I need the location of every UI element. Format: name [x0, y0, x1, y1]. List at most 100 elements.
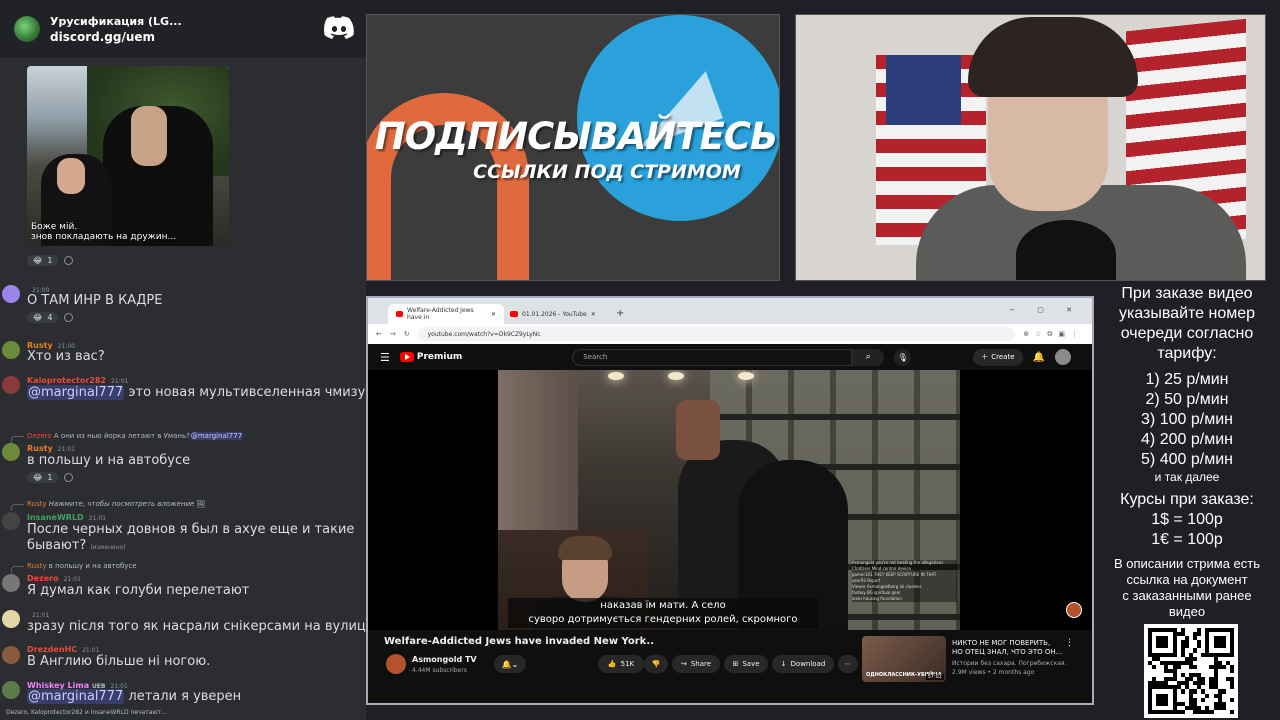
promo-banner: ПОДПИСЫВАЙТЕСЬ ССЫЛКИ ПОД СТРИМОМ — [366, 14, 780, 281]
extensions-icon[interactable]: ⊕☆⧉▣⋮ — [1023, 330, 1084, 339]
channel-avatar[interactable] — [386, 654, 406, 674]
video-title: Welfare-Addicted Jews have invaded New Y… — [384, 636, 654, 647]
tab-bar: Welfare-Addicted Jews have in ✕ 01.01.20… — [368, 298, 1092, 324]
image-caption: Боже мій. знов покладають на дружин... — [31, 222, 177, 242]
reaction-pill[interactable]: 😂 1 — [27, 254, 59, 266]
save-button[interactable]: ⊞ Save — [724, 655, 768, 673]
avatar[interactable] — [2, 610, 20, 628]
avatar[interactable] — [2, 512, 20, 530]
video-player[interactable]: наказав їм мати. А село суворо дотримуєт… — [368, 370, 1092, 636]
download-button[interactable]: ↓ Download — [772, 655, 834, 673]
chat-attachment-image[interactable]: Боже мій. знов покладають на дружин... — [27, 66, 229, 246]
account-avatar[interactable] — [1054, 349, 1071, 365]
message-text: Я думал как голуби перелетают — [27, 583, 250, 598]
user-mention[interactable]: @marginal777 — [27, 689, 125, 704]
qr-code[interactable] — [1144, 624, 1238, 718]
user-mention[interactable]: @marginal777 — [27, 385, 125, 400]
reaction-bar: 😂 1 — [27, 469, 74, 485]
message-author[interactable]: InsaneWRLD 21:01 — [27, 513, 106, 522]
server-invite-link[interactable]: discord.gg/uem — [50, 30, 182, 44]
rec-meta: 2.9M views • 2 months ago — [952, 669, 1035, 676]
message-text: @marginal777 это новая мультивселенная ч… — [27, 385, 366, 400]
discord-chat-panel: Урусификация (LG... discord.gg/uem Боже … — [0, 0, 366, 720]
message-author[interactable]: Rusty 21:01 — [27, 444, 75, 453]
reaction-pill[interactable]: 😂 4 — [27, 311, 59, 323]
avatar[interactable] — [2, 574, 20, 592]
message-text: После черных довнов я был в ахуе еще и т… — [27, 522, 355, 553]
more-vert-icon[interactable]: ⋮ — [1065, 638, 1074, 648]
recommended-video[interactable]: ОДНОКЛАССНИК-УБИЙЦА 57:02 НИКТО НЕ МОГ П… — [862, 630, 1092, 703]
like-button[interactable]: 👍 51K — [598, 655, 644, 673]
exchange-rates: Курсы при заказе: 1$ = 100р 1€ = 100р — [1120, 491, 1254, 548]
youtube-favicon-icon — [396, 311, 404, 317]
search-icon[interactable]: ⌕ — [852, 348, 885, 366]
create-button[interactable]: ＋ Create — [973, 348, 1023, 366]
add-reaction-icon[interactable] — [64, 472, 74, 482]
share-button[interactable]: ↪ Share — [672, 655, 720, 673]
youtube-header: ☰ Premium Search ⌕ 🎙 ＋ Create 🔔 — [368, 344, 1092, 370]
reaction-bar: 😂 4 — [27, 309, 74, 325]
youtube-page: ☰ Premium Search ⌕ 🎙 ＋ Create 🔔 наказав … — [368, 344, 1092, 703]
message-text: зразу після того як насрали снікерсами н… — [27, 619, 366, 634]
new-tab-button[interactable]: + — [616, 308, 624, 319]
avatar[interactable] — [2, 341, 20, 359]
avatar[interactable] — [2, 285, 20, 303]
url-input[interactable]: youtube.com/watch?v=Dk9CZ9yLyNc — [417, 327, 1016, 341]
typing-indicator: Dezero, Kaloprotector282 и InsaneWRLD пе… — [6, 709, 167, 716]
video-subtitles: наказав їм мати. А село суворо дотримуєт… — [508, 598, 818, 628]
youtube-play-icon — [399, 352, 414, 362]
bell-icon: 🔔 — [501, 659, 512, 669]
browser-window: Welfare-Addicted Jews have in ✕ 01.01.20… — [366, 296, 1094, 705]
reaction-pill[interactable]: 😂 1 — [27, 471, 59, 483]
thumbs-up-icon: 👍 — [607, 660, 617, 668]
message-text: О ТАМ ИНР В КАДРЕ — [27, 293, 163, 308]
rec-thumbnail[interactable]: ОДНОКЛАССНИК-УБИЙЦА 57:02 — [862, 636, 946, 682]
avatar[interactable] — [2, 443, 20, 461]
bookmark-icon: ⊞ — [732, 660, 739, 668]
message-text: в польшу и на автобусе — [27, 453, 191, 468]
avatar[interactable] — [2, 376, 20, 394]
dislike-button[interactable]: 👎 — [644, 655, 668, 673]
server-name: Урусификация (LG... — [50, 14, 182, 28]
server-icon — [14, 16, 40, 42]
rec-title-line2[interactable]: НО ОТЕЦ ЗНАЛ, ЧТО ЭТО ОН... — [952, 648, 1062, 656]
reaction-bar: 😂 1 — [27, 252, 74, 268]
rec-channel[interactable]: Истории без сахара. Погребижская. — [952, 660, 1066, 667]
forward-icon[interactable]: → — [390, 330, 396, 338]
message-author[interactable]: 21:01 — [27, 610, 49, 619]
avatar[interactable] — [2, 646, 20, 664]
message-text: В Англию більше ні ногою. — [27, 654, 211, 669]
subscriber-count: 4.44M subscribers — [412, 667, 467, 674]
reload-icon[interactable]: ↻ — [404, 330, 410, 338]
subscribed-button[interactable]: 🔔 ⌄ — [494, 655, 526, 673]
more-actions-button[interactable]: ⋯ — [838, 655, 858, 673]
add-reaction-icon[interactable] — [64, 255, 74, 265]
channel-name[interactable]: Asmongold TV — [412, 655, 477, 664]
message-text: @marginal777 летали я уверен — [27, 689, 242, 704]
search-input[interactable]: Search — [572, 348, 853, 366]
message-author[interactable]: Dezero 21:01 — [27, 574, 81, 583]
tab-video[interactable]: Welfare-Addicted Jews have in ✕ — [388, 304, 504, 324]
reply-preview[interactable]: Rusty в польшу и на автобусе — [11, 562, 137, 573]
message-author[interactable]: DrezdenHC 21:01 — [27, 645, 99, 654]
back-icon[interactable]: ← — [376, 330, 382, 338]
microphone-icon[interactable]: 🎙 — [894, 348, 912, 366]
discord-header: Урусификация (LG... discord.gg/uem — [0, 0, 366, 58]
youtube-logo[interactable]: Premium — [399, 352, 462, 362]
menu-icon[interactable]: ☰ — [380, 351, 390, 364]
add-reaction-icon[interactable] — [64, 312, 74, 322]
notifications-bell-icon[interactable]: 🔔 — [1033, 352, 1045, 363]
streamer-webcam — [795, 14, 1266, 281]
rec-title[interactable]: НИКТО НЕ МОГ ПОВЕРИТЬ, — [952, 638, 1072, 648]
reply-preview[interactable]: Rusty Нажмите, чтобы посмотреть вложение… — [10, 500, 205, 511]
share-icon: ↪ — [680, 660, 687, 668]
message-author[interactable]: Kaloprotector282 21:01 — [27, 376, 128, 385]
tab-youtube[interactable]: 01.01.2026 - YouTube ✕ — [502, 304, 612, 324]
window-controls[interactable]: − ▢ ✕ — [1009, 306, 1082, 314]
video-info: Welfare-Addicted Jews have invaded New Y… — [368, 630, 1092, 703]
video-overlay-chat: Asmongold you're not beating the allegat… — [852, 560, 957, 602]
avatar[interactable] — [2, 681, 20, 699]
youtube-favicon-icon — [510, 311, 518, 317]
reply-preview[interactable]: Dezero А они из нью йорка летают в Умань… — [10, 432, 244, 443]
channel-watermark[interactable] — [1066, 602, 1082, 618]
